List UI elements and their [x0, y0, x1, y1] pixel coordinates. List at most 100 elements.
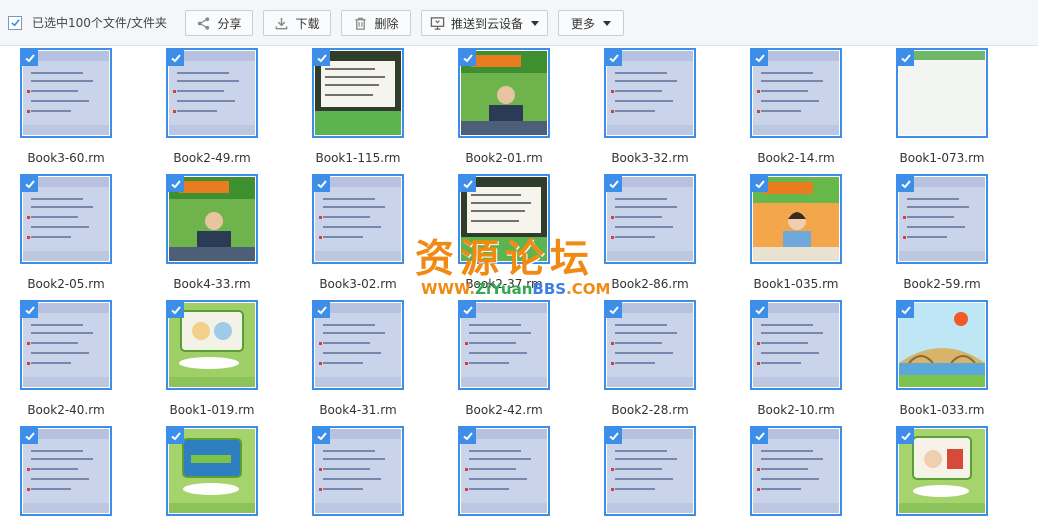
file-name: Book1-035.rm — [753, 277, 839, 291]
check-icon — [25, 432, 35, 441]
file-thumbnail[interactable] — [458, 48, 550, 138]
selected-checkbox[interactable] — [898, 50, 914, 66]
check-icon — [317, 54, 327, 63]
selected-checkbox[interactable] — [752, 50, 768, 66]
trash-icon — [355, 17, 367, 30]
check-icon — [755, 180, 765, 189]
selected-checkbox[interactable] — [314, 302, 330, 318]
check-icon — [25, 306, 35, 315]
file-thumbnail[interactable] — [604, 300, 696, 390]
select-all[interactable]: 已选中100个文件/文件夹 — [8, 14, 167, 31]
selected-checkbox[interactable] — [606, 50, 622, 66]
file-thumbnail[interactable] — [458, 426, 550, 516]
check-icon — [755, 54, 765, 63]
check-icon — [463, 432, 473, 441]
check-icon — [609, 432, 619, 441]
selected-checkbox[interactable] — [898, 176, 914, 192]
file-thumbnail[interactable] — [20, 174, 112, 264]
selected-checkbox[interactable] — [22, 50, 38, 66]
file-thumbnail[interactable] — [20, 300, 112, 390]
check-icon — [901, 54, 911, 63]
file-thumbnail[interactable] — [896, 300, 988, 390]
selected-checkbox[interactable] — [168, 50, 184, 66]
check-icon — [171, 432, 181, 441]
check-icon — [609, 180, 619, 189]
check-icon — [901, 306, 911, 315]
chevron-down-icon — [603, 20, 611, 26]
share-button[interactable]: 分享 — [185, 10, 253, 36]
file-thumbnail[interactable] — [458, 300, 550, 390]
share-icon — [198, 16, 210, 30]
selected-checkbox[interactable] — [460, 428, 476, 444]
delete-button[interactable]: 删除 — [341, 10, 411, 36]
monitor-icon — [430, 16, 445, 30]
file-thumbnail[interactable] — [458, 174, 550, 264]
selected-checkbox[interactable] — [752, 428, 768, 444]
file-thumbnail[interactable] — [166, 426, 258, 516]
selected-checkbox[interactable] — [22, 176, 38, 192]
file-thumbnail[interactable] — [896, 426, 988, 516]
check-icon — [901, 432, 911, 441]
file-thumbnail[interactable] — [604, 174, 696, 264]
file-thumbnail[interactable] — [896, 174, 988, 264]
file-name: Book1-019.rm — [169, 403, 255, 417]
chevron-down-icon — [531, 20, 539, 26]
download-button[interactable]: 下载 — [263, 10, 331, 36]
file-thumbnail[interactable] — [20, 426, 112, 516]
selected-checkbox[interactable] — [314, 176, 330, 192]
file-thumbnail[interactable] — [312, 426, 404, 516]
file-thumbnail[interactable] — [20, 48, 112, 138]
file-thumbnail[interactable] — [312, 48, 404, 138]
file-name: Book1-115.rm — [315, 151, 401, 165]
select-all-checkbox[interactable] — [8, 15, 22, 30]
file-name: Book2-05.rm — [27, 277, 105, 291]
download-label: 下载 — [295, 16, 320, 31]
file-thumbnail[interactable] — [750, 48, 842, 138]
check-icon — [171, 306, 181, 315]
file-name: Book3-32.rm — [611, 151, 689, 165]
file-thumbnail[interactable] — [166, 48, 258, 138]
selected-checkbox[interactable] — [22, 428, 38, 444]
selected-checkbox[interactable] — [314, 50, 330, 66]
selected-checkbox[interactable] — [460, 302, 476, 318]
selected-checkbox[interactable] — [168, 302, 184, 318]
selected-checkbox[interactable] — [314, 428, 330, 444]
selected-checkbox[interactable] — [168, 428, 184, 444]
file-name: Book2-86.rm — [611, 277, 689, 291]
file-thumbnail[interactable] — [312, 300, 404, 390]
selected-checkbox[interactable] — [898, 428, 914, 444]
file-thumbnail[interactable] — [896, 48, 988, 138]
selected-checkbox[interactable] — [752, 176, 768, 192]
file-thumbnail[interactable] — [604, 48, 696, 138]
file-name: Book2-42.rm — [465, 403, 543, 417]
selected-checkbox[interactable] — [606, 176, 622, 192]
selected-checkbox[interactable] — [22, 302, 38, 318]
check-icon — [25, 54, 35, 63]
check-icon — [317, 306, 327, 315]
file-name: Book2-01.rm — [465, 151, 543, 165]
file-name: Book2-10.rm — [757, 403, 835, 417]
toolbar: 已选中100个文件/文件夹 分享 下载 删除 推送到云设备 更多 — [0, 0, 1038, 46]
file-name: Book2-59.rm — [903, 277, 981, 291]
selected-checkbox[interactable] — [460, 176, 476, 192]
file-thumbnail[interactable] — [750, 174, 842, 264]
share-label: 分享 — [217, 16, 242, 31]
push-to-device-button[interactable]: 推送到云设备 — [421, 10, 548, 36]
check-icon — [463, 54, 473, 63]
file-thumbnail[interactable] — [750, 300, 842, 390]
selected-checkbox[interactable] — [898, 302, 914, 318]
file-thumbnail[interactable] — [166, 300, 258, 390]
file-thumbnail[interactable] — [312, 174, 404, 264]
more-button[interactable]: 更多 — [558, 10, 624, 36]
selected-checkbox[interactable] — [606, 302, 622, 318]
delete-label: 删除 — [374, 16, 399, 31]
selected-checkbox[interactable] — [752, 302, 768, 318]
selected-checkbox[interactable] — [168, 176, 184, 192]
file-name: Book2-28.rm — [611, 403, 689, 417]
check-icon — [317, 180, 327, 189]
file-thumbnail[interactable] — [750, 426, 842, 516]
file-thumbnail[interactable] — [166, 174, 258, 264]
file-thumbnail[interactable] — [604, 426, 696, 516]
selected-checkbox[interactable] — [606, 428, 622, 444]
selected-checkbox[interactable] — [460, 50, 476, 66]
